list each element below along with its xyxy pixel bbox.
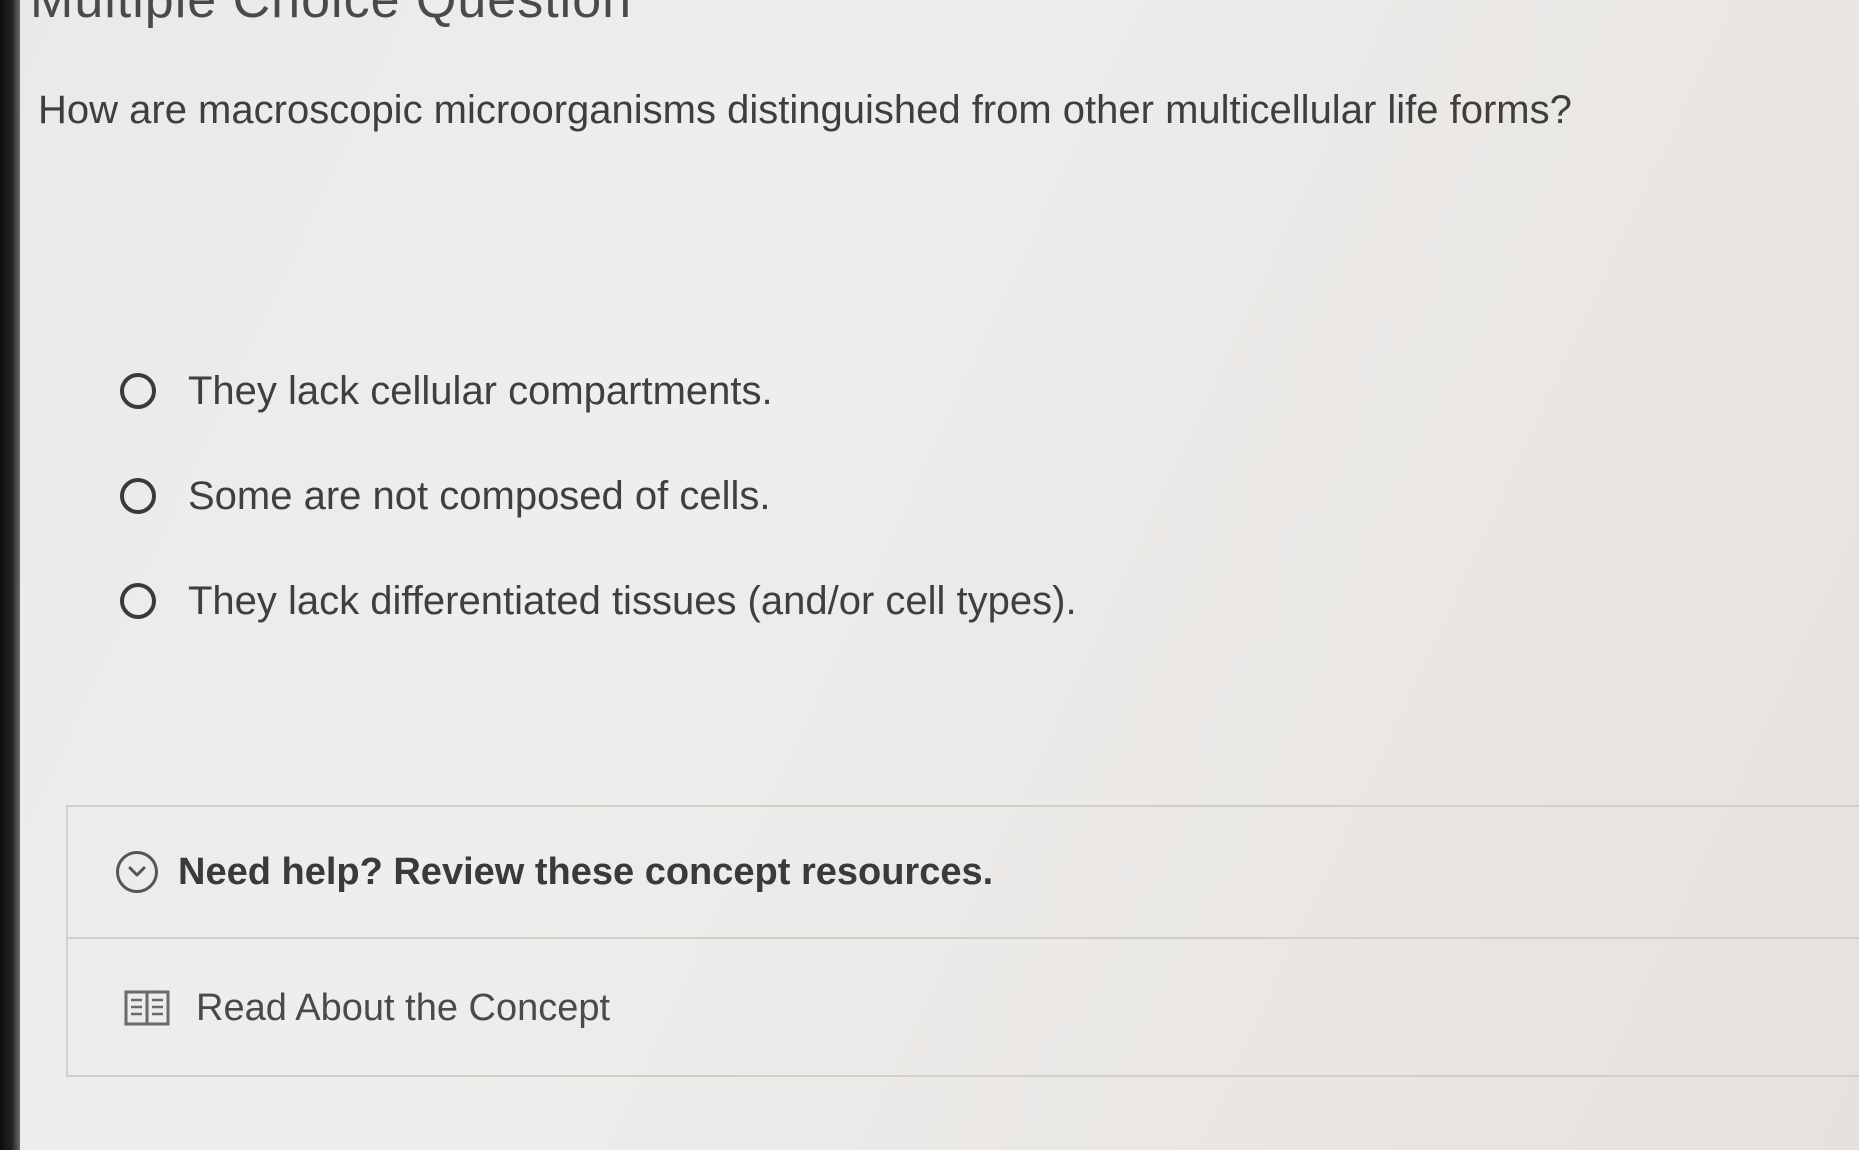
- answer-options: They lack cellular compartments. Some ar…: [120, 360, 1077, 675]
- question-type-heading: Multiple Choice Question: [30, 0, 633, 29]
- concept-resources-panel: Need help? Review these concept resource…: [66, 805, 1859, 1077]
- chevron-down-icon[interactable]: [116, 851, 158, 893]
- concept-resources-toggle[interactable]: Need help? Review these concept resource…: [68, 807, 1859, 939]
- answer-option-1[interactable]: They lack cellular compartments.: [120, 360, 1077, 422]
- read-about-concept-link[interactable]: Read About the Concept: [68, 939, 1859, 1077]
- answer-option-label: They lack cellular compartments.: [188, 368, 773, 413]
- answer-option-label: They lack differentiated tissues (and/or…: [188, 578, 1077, 623]
- answer-option-3[interactable]: They lack differentiated tissues (and/or…: [120, 570, 1077, 632]
- screen-bezel: [0, 0, 20, 1150]
- concept-resources-title: Need help? Review these concept resource…: [178, 850, 994, 893]
- book-icon: [124, 989, 170, 1027]
- radio-button[interactable]: [120, 373, 156, 409]
- radio-button[interactable]: [120, 478, 156, 514]
- answer-option-label: Some are not composed of cells.: [188, 473, 771, 518]
- resource-label: Read About the Concept: [196, 986, 611, 1029]
- answer-option-2[interactable]: Some are not composed of cells.: [120, 465, 1077, 527]
- radio-button[interactable]: [120, 583, 156, 619]
- question-text: How are macroscopic microorganisms disti…: [38, 88, 1572, 132]
